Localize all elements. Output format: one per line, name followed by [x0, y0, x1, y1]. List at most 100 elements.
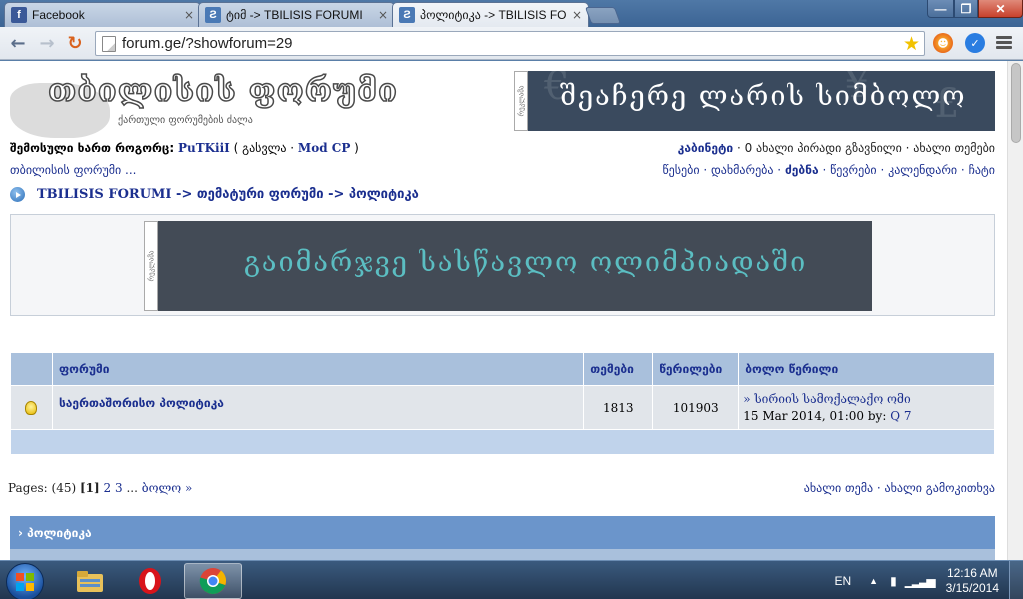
cabinet-link[interactable]: კაბინეტი [678, 141, 733, 155]
pages-ellipsis: ... [126, 481, 138, 495]
subforum-table: ფორუმი თემები წერილები ბოლო წერილი საერთ… [10, 352, 995, 455]
show-desktop-button[interactable] [1009, 561, 1023, 599]
battery-icon[interactable]: ▮ [890, 574, 897, 588]
tab-title: Facebook [32, 8, 85, 22]
ad-label: რეკლამა [144, 221, 158, 311]
modcp-link[interactable]: Mod CP [298, 141, 350, 155]
close-window-button[interactable]: ✕ [978, 0, 1023, 18]
new-tab-button[interactable] [584, 7, 622, 24]
page-link[interactable]: 2 [104, 481, 112, 495]
taskbar-opera[interactable] [124, 563, 176, 599]
topics-table-header [10, 549, 995, 560]
system-tray: EN ▲ ▮ ▁▂▃▅ 12:16 AM 3/15/2014 [834, 561, 1023, 599]
extension-icon[interactable]: ✓ [965, 33, 985, 53]
last-post-cell: » სირიის სამოქალაქო ომი 15 Mar 2014, 01:… [738, 385, 995, 430]
breadcrumb-level1[interactable]: თემატური ფორუმი [197, 187, 324, 202]
posts-count: 101903 [652, 385, 740, 430]
vertical-scrollbar[interactable] [1007, 61, 1023, 560]
clock-time: 12:16 AM [946, 565, 998, 580]
current-page: [1] [79, 481, 100, 495]
username-link[interactable]: PuTKiiI [178, 141, 230, 155]
breadcrumb: TBILISIS FORUMI -> თემატური ფორუმი -> პო… [10, 187, 419, 202]
tab-strip: f Facebook × Ƨ ტიმ -> TBILISIS FORUMI × … [0, 0, 1023, 27]
menu-icon[interactable] [996, 36, 1012, 51]
column-header-posts: წერილები [652, 352, 740, 386]
windows-logo-icon [16, 573, 34, 591]
breadcrumb-root[interactable]: TBILISIS FORUMI [37, 187, 172, 202]
subforum-link[interactable]: საერთაშორისო პოლიტიკა [51, 385, 585, 430]
arrow-circle-icon [10, 187, 25, 202]
pagination: Pages: (45) [1] 2 3 ... ბოლო » [8, 481, 192, 495]
close-tab-icon[interactable]: × [378, 8, 388, 22]
rules-link[interactable]: წესები [662, 163, 699, 177]
forum-icon: Ƨ [399, 7, 415, 23]
last-page-link[interactable]: ბოლო » [142, 481, 193, 495]
taskbar-explorer[interactable] [64, 563, 116, 599]
column-header-last-post: ბოლო წერილი [738, 352, 995, 386]
forum-home-link[interactable]: თბილისის ფორუმი ... [10, 163, 136, 177]
breadcrumb-level2[interactable]: პოლიტიკა [349, 187, 419, 202]
new-topic-link[interactable]: ახალი თემა [804, 481, 873, 495]
page-link[interactable]: 3 [115, 481, 123, 495]
table-footer-row [10, 429, 995, 455]
minimize-button[interactable]: — [927, 0, 954, 18]
start-button[interactable] [6, 563, 44, 599]
scroll-thumb[interactable] [1011, 63, 1021, 143]
lightbulb-icon [25, 400, 38, 415]
maximize-button[interactable]: ❐ [954, 0, 978, 18]
close-tab-icon[interactable]: × [184, 8, 194, 22]
logout-link[interactable]: გასვლა [242, 141, 286, 155]
forum-status-cell [10, 385, 53, 430]
logo-subtitle: ქართული ფორუმების ძალა [118, 115, 253, 126]
icon-column-header [10, 352, 53, 386]
help-link[interactable]: დახმარება [711, 163, 774, 177]
page-icon [102, 35, 116, 52]
back-icon[interactable]: ← [8, 33, 28, 54]
banner-text: შეაჩერე ლარის სიმბოლო [560, 81, 967, 112]
site-logo[interactable]: თბილისის ფორუმი ქართული ფორუმების ძალა [10, 71, 398, 139]
table-row: საერთაშორისო პოლიტიკა 1813 101903 » სირი… [10, 385, 995, 430]
new-poll-link[interactable]: ახალი გამოკითხვა [885, 481, 995, 495]
olympiad-ad-banner[interactable]: რეკლამა გაიმარჯვე სასწავლო ოლიმპიადაში [144, 221, 872, 311]
taskbar-chrome[interactable] [184, 563, 242, 599]
calendar-link[interactable]: კალენდარი [888, 163, 957, 177]
url-text: forum.ge/?showforum=29 [122, 35, 293, 52]
logo-title: თბილისის ფორუმი [47, 72, 399, 110]
language-indicator[interactable]: EN [834, 574, 851, 588]
extension-icon[interactable]: ☻ [933, 33, 953, 53]
reload-icon[interactable]: ↻ [65, 33, 85, 54]
column-header-forum: ფორუმი [51, 352, 585, 386]
opera-icon [139, 568, 161, 594]
browser-toolbar: ← → ↻ forum.ge/?showforum=29 ★ ☻ ✓ [0, 27, 1023, 60]
private-messages-link[interactable]: 0 ახალი პირადი გზავნილი [745, 141, 902, 155]
members-link[interactable]: წევრები [830, 163, 877, 177]
tab-politics[interactable]: Ƨ პოლიტიკა -> TBILISIS FO × [392, 2, 589, 27]
tab-forum-tim[interactable]: Ƨ ტიმ -> TBILISIS FORUMI × [198, 2, 395, 27]
breadcrumb-separator: -> [328, 187, 345, 202]
taskbar: EN ▲ ▮ ▁▂▃▅ 12:16 AM 3/15/2014 [0, 560, 1023, 599]
page-viewport: თბილისის ფორუმი ქართული ფორუმების ძალა რ… [0, 61, 1023, 560]
last-post-date: 15 Mar 2014, 01:00 by: [743, 408, 887, 423]
chat-link[interactable]: ჩატი [969, 163, 995, 177]
forum-icon: Ƨ [205, 7, 221, 23]
close-tab-icon[interactable]: × [572, 8, 582, 22]
topic-actions: ახალი თემა · ახალი გამოკითხვა [803, 481, 995, 495]
topics-count: 1813 [583, 385, 654, 430]
forward-icon[interactable]: → [37, 33, 57, 54]
facebook-icon: f [11, 7, 27, 23]
new-topics-link[interactable]: ახალი თემები [913, 141, 995, 155]
tab-title: პოლიტიკა -> TBILISIS FO [420, 8, 567, 22]
clock[interactable]: 12:16 AM 3/15/2014 [946, 566, 999, 596]
tab-title: ტიმ -> TBILISIS FORUMI [226, 8, 363, 22]
search-link[interactable]: ძებნა [785, 163, 819, 177]
last-post-user-link[interactable]: Q 7 [890, 409, 911, 423]
show-hidden-icons[interactable]: ▲ [869, 576, 878, 586]
bookmark-star-icon[interactable]: ★ [903, 33, 920, 55]
tab-facebook[interactable]: f Facebook × [4, 2, 201, 27]
pages-count[interactable]: (45) [52, 481, 77, 495]
signal-icon[interactable]: ▁▂▃▅ [905, 574, 936, 588]
top-ad-banner[interactable]: რეკლამა € ¥ £ შეაჩერე ლარის სიმბოლო [514, 71, 995, 131]
last-post-link[interactable]: » სირიის სამოქალაქო ომი [743, 392, 910, 406]
breadcrumb-separator: -> [176, 187, 193, 202]
address-bar[interactable]: forum.ge/?showforum=29 ★ [95, 31, 925, 56]
